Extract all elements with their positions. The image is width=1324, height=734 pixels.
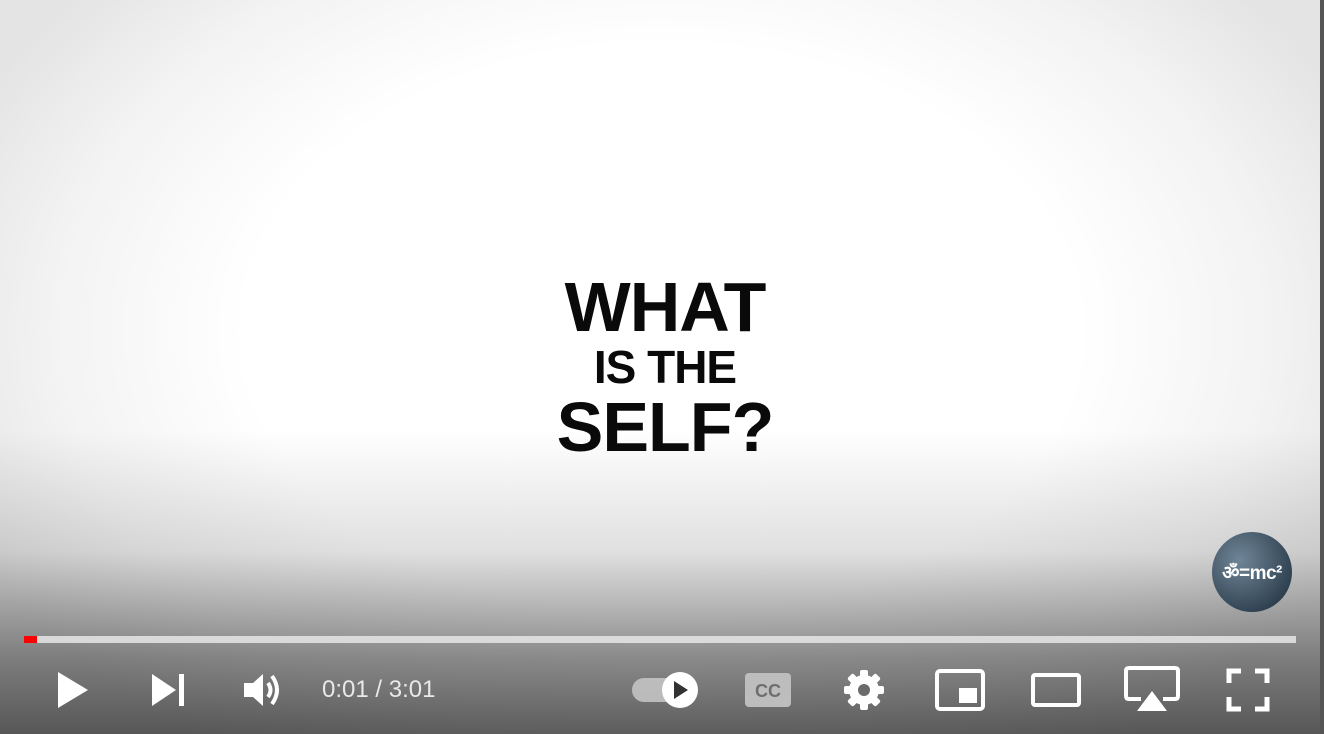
current-time: 0:01 <box>322 676 369 703</box>
player-controls: 0:01 / 3:01 CC <box>0 650 1324 734</box>
airplay-button[interactable] <box>1122 664 1182 716</box>
miniplayer-button[interactable] <box>932 664 988 716</box>
gear-icon <box>844 670 884 710</box>
fullscreen-icon <box>1226 668 1270 712</box>
frame-edge <box>1320 0 1324 734</box>
volume-button[interactable] <box>240 664 286 716</box>
title-card-line-1: WHAT <box>564 268 767 346</box>
duration: 3:01 <box>388 676 436 703</box>
settings-button[interactable] <box>838 664 890 716</box>
subtitles-button[interactable]: CC <box>742 664 794 716</box>
watermark-text: ॐ=mc² <box>1222 563 1282 584</box>
fullscreen-button[interactable] <box>1222 664 1274 716</box>
theater-icon <box>1031 673 1081 707</box>
autoplay-toggle[interactable] <box>630 664 702 716</box>
airplay-icon <box>1124 666 1180 711</box>
miniplayer-icon <box>935 669 985 711</box>
svg-text:CC: CC <box>755 681 781 701</box>
play-button[interactable] <box>50 664 94 716</box>
time-display: 0:01 / 3:01 <box>322 676 435 704</box>
progress-bar[interactable] <box>24 636 1296 643</box>
next-button[interactable] <box>146 664 190 716</box>
channel-watermark[interactable]: ॐ=mc² <box>1212 532 1292 612</box>
play-icon <box>58 672 88 708</box>
progress-played <box>24 636 38 643</box>
theater-mode-button[interactable] <box>1028 664 1084 716</box>
video-frame[interactable]: WHAT IS THE SELF? ॐ=mc² 0:01 / 3:01 CC <box>0 0 1324 734</box>
autoplay-toggle-icon <box>632 672 698 708</box>
volume-icon <box>244 674 279 706</box>
closed-captions-icon: CC <box>745 673 791 707</box>
title-card-line-2: IS THE <box>593 341 737 393</box>
time-separator: / <box>368 676 389 703</box>
skip-next-icon <box>152 674 184 706</box>
